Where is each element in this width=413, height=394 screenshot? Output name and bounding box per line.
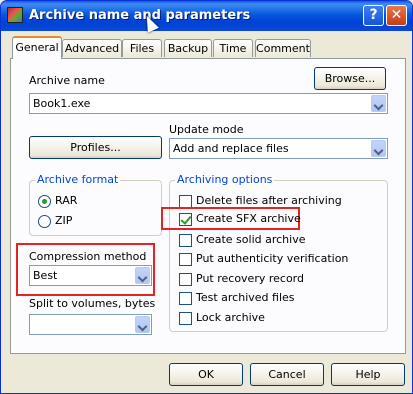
authenticity-label[interactable]: Put authenticity verification	[196, 252, 348, 265]
create-solid-checkbox[interactable]	[179, 234, 192, 247]
close-title-button[interactable]: ✕	[386, 5, 407, 26]
browse-button[interactable]: Browse...	[314, 67, 386, 90]
update-mode-label: Update mode	[169, 123, 244, 136]
zip-radio-label[interactable]: ZIP	[55, 214, 72, 227]
tab-files[interactable]: Files	[122, 39, 162, 57]
recovery-record-checkbox[interactable]	[179, 273, 192, 286]
tab-advanced[interactable]: Advanced	[62, 39, 122, 57]
chevron-down-icon[interactable]	[135, 267, 150, 284]
split-volumes-combo[interactable]	[29, 314, 152, 335]
zip-radio[interactable]	[38, 215, 51, 228]
archive-name-value: Book1.exe	[33, 97, 91, 110]
archive-name-label: Archive name	[29, 74, 105, 87]
archiving-options-legend: Archiving options	[175, 173, 275, 186]
rar-radio-label[interactable]: RAR	[55, 194, 77, 207]
tab-general[interactable]: General	[12, 36, 62, 59]
authenticity-checkbox[interactable]	[179, 253, 192, 266]
split-volumes-label: Split to volumes, bytes	[29, 297, 156, 310]
update-mode-select[interactable]: Add and replace files	[169, 138, 388, 159]
create-sfx-label[interactable]: Create SFX archive	[196, 212, 301, 225]
tab-time[interactable]: Time	[213, 39, 253, 57]
create-sfx-checkbox[interactable]	[179, 213, 192, 226]
chevron-down-icon[interactable]	[371, 95, 386, 112]
create-solid-label[interactable]: Create solid archive	[196, 233, 305, 246]
cancel-button[interactable]: Cancel	[250, 363, 324, 386]
archive-dialog: Archive name and parameters ? ✕ General …	[0, 0, 413, 394]
ok-button[interactable]: OK	[169, 363, 243, 386]
recovery-record-label[interactable]: Put recovery record	[196, 272, 304, 285]
window-title: Archive name and parameters	[29, 8, 251, 23]
test-files-label[interactable]: Test archived files	[196, 291, 295, 304]
lock-archive-label[interactable]: Lock archive	[196, 311, 265, 324]
tab-comment[interactable]: Comment	[255, 39, 311, 57]
delete-files-label[interactable]: Delete files after archiving	[196, 194, 342, 207]
lock-archive-checkbox[interactable]	[179, 312, 192, 325]
profiles-button[interactable]: Profiles...	[29, 136, 162, 159]
compression-method-value: Best	[33, 269, 58, 282]
title-bar: Archive name and parameters ? ✕	[1, 1, 412, 31]
help-button[interactable]: Help	[331, 363, 405, 386]
archive-format-group	[29, 180, 162, 236]
update-mode-value: Add and replace files	[173, 142, 289, 155]
winrar-app-icon	[7, 7, 23, 23]
chevron-down-icon[interactable]	[371, 140, 386, 157]
tab-backup[interactable]: Backup	[164, 39, 212, 57]
help-title-button[interactable]: ?	[363, 5, 384, 26]
archive-format-legend: Archive format	[35, 173, 121, 186]
compression-method-select[interactable]: Best	[29, 265, 152, 286]
test-files-checkbox[interactable]	[179, 292, 192, 305]
chevron-down-icon[interactable]	[135, 316, 150, 333]
rar-radio[interactable]	[38, 195, 51, 208]
archive-name-combo[interactable]: Book1.exe	[29, 93, 388, 114]
compression-method-label: Compression method	[29, 250, 147, 263]
